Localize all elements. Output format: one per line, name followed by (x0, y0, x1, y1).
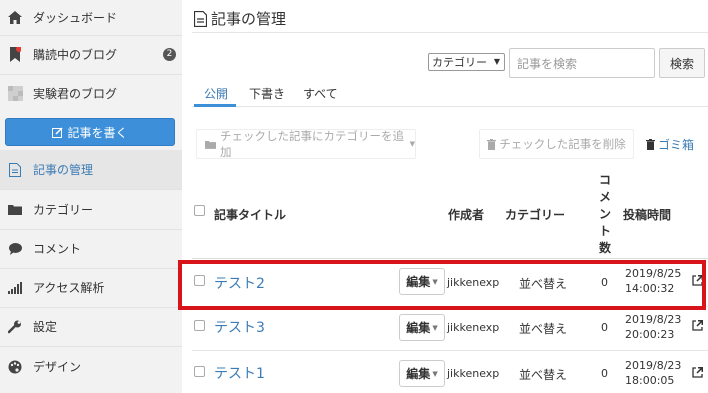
wrench-icon (7, 319, 23, 335)
sidebar-item-label: カテゴリー (33, 203, 94, 217)
article-title-link[interactable]: テスト3 (214, 317, 265, 337)
active-tab-indicator (194, 104, 236, 107)
column-header-posted[interactable]: 投稿時間 (623, 206, 671, 223)
column-header-comments-char: コ (599, 173, 612, 187)
document-icon (7, 162, 23, 178)
search-button[interactable]: 検索 (659, 48, 705, 78)
trash-icon (487, 138, 497, 150)
delete-checked-label: チェックした記事を削除 (499, 137, 626, 151)
article-comment-count: 0 (601, 321, 608, 334)
posted-date: 2019/8/23 (625, 359, 682, 372)
posted-time: 20:00:23 (625, 328, 675, 341)
category-select[interactable]: カテゴリー ▼ (428, 53, 505, 71)
blog-thumbnail (7, 86, 23, 102)
sidebar-item-settings[interactable]: 設定 (0, 307, 182, 346)
sidebar-item-label: 記事の管理 (33, 163, 94, 177)
sidebar-item-label: アクセス解析 (33, 281, 105, 295)
column-header-comments-char: メ (599, 190, 612, 204)
search-button-label: 検索 (669, 56, 694, 71)
add-category-label: チェックした記事にカテゴリーを追加 (220, 129, 404, 159)
article-comment-count: 0 (601, 367, 608, 380)
external-link-icon[interactable] (692, 367, 703, 378)
tab-divider (192, 106, 708, 107)
article-author: jikkenexp (447, 367, 500, 380)
sidebar-item-comments[interactable]: コメント (0, 229, 182, 268)
tab-published[interactable]: 公開 (204, 85, 228, 102)
write-article-button[interactable]: 記事を書く (5, 118, 175, 146)
select-all-checkbox[interactable] (194, 205, 205, 216)
page-title: 記事の管理 (194, 8, 286, 29)
edit-button[interactable]: 編集 ▼ (399, 314, 445, 341)
column-header-comments: コ メ ン ト 数 (599, 172, 611, 257)
column-header-author: 作成者 (448, 208, 485, 222)
sidebar: ダッシュボード 購読中のブログ 2 実験君のブログ 記事を書く 記事の管理 カテ… (0, 0, 182, 393)
row-checkbox[interactable] (194, 320, 205, 331)
posted-time: 18:00:05 (625, 374, 675, 387)
table-row: テスト1 編集 ▼ jikkenexp 並べ替え 0 2019/8/23 18:00… (192, 352, 708, 393)
edit-button-label: 編集 (406, 321, 431, 335)
article-posted-time: 2019/8/23 18:00:05 (625, 358, 681, 388)
column-header-category: カテゴリー (505, 208, 566, 222)
table-row: テスト3 編集 ▼ jikkenexp 並べ替え 0 2019/8/23 20:00… (192, 307, 708, 354)
article-category[interactable]: 並べ替え (519, 366, 567, 383)
palette-icon (7, 359, 23, 375)
caret-down-icon: ▼ (432, 323, 438, 332)
sidebar-item-label: 設定 (33, 320, 58, 334)
home-icon (7, 10, 23, 26)
tab-drafts[interactable]: 下書き (249, 85, 285, 102)
trash-link-label: ゴミ箱 (658, 138, 695, 152)
edit-button-label: 編集 (406, 367, 431, 381)
bookmark-icon (7, 47, 23, 63)
column-header-comments-char: 数 (599, 241, 612, 255)
tab-all[interactable]: すべて (303, 85, 338, 102)
sidebar-item-my-blog[interactable]: 実験君のブログ (0, 74, 182, 113)
sidebar-item-category[interactable]: カテゴリー (0, 190, 182, 229)
sidebar-item-label: 実験君のブログ (33, 87, 118, 101)
row-checkbox[interactable] (194, 366, 205, 377)
caret-down-icon: ▼ (409, 140, 415, 148)
sidebar-item-manage-articles[interactable]: 記事の管理 (0, 150, 182, 189)
column-header-comments-char: ト (599, 224, 612, 238)
category-select-value: カテゴリー (432, 56, 487, 69)
sidebar-item-label: ダッシュボード (33, 11, 118, 25)
external-link-icon[interactable] (692, 320, 703, 331)
comment-icon (7, 241, 23, 257)
highlight-box (178, 260, 706, 310)
article-author: jikkenexp (447, 321, 500, 334)
row-divider (192, 350, 708, 351)
trash-link[interactable]: ゴミ箱 (646, 136, 694, 153)
sidebar-item-dashboard[interactable]: ダッシュボード (0, 0, 182, 37)
caret-down-icon: ▼ (432, 369, 438, 378)
title-divider (192, 32, 708, 33)
sidebar-item-label: 購読中のブログ (33, 48, 118, 62)
search-input[interactable]: 記事を検索 (509, 48, 655, 78)
posted-date: 2019/8/23 (625, 313, 682, 326)
column-header-title[interactable]: 記事タイトル (214, 206, 286, 223)
trash-icon (646, 139, 655, 150)
edit-icon (52, 126, 64, 138)
sidebar-item-subscribed-blogs[interactable]: 購読中のブログ 2 (0, 35, 182, 74)
write-article-label: 記事を書く (67, 125, 128, 140)
article-category[interactable]: 並べ替え (519, 320, 567, 337)
folder-icon (7, 202, 23, 218)
folder-icon (205, 140, 216, 149)
edit-button[interactable]: 編集 ▼ (399, 360, 445, 387)
sidebar-item-design[interactable]: デザイン (0, 347, 182, 386)
table-header-divider (192, 258, 708, 259)
delete-checked-button[interactable]: チェックした記事を削除 (479, 129, 634, 159)
unread-badge: 2 (163, 48, 176, 61)
add-category-to-checked-button[interactable]: チェックした記事にカテゴリーを追加 ▼ (196, 129, 416, 159)
caret-down-icon: ▼ (493, 57, 500, 66)
search-placeholder: 記事を検索 (517, 56, 578, 71)
article-posted-time: 2019/8/23 20:00:23 (625, 312, 681, 342)
sidebar-item-analytics[interactable]: アクセス解析 (0, 268, 182, 307)
sidebar-item-label: デザイン (33, 360, 82, 374)
bar-chart-icon (7, 280, 23, 296)
column-header-comments-char: ン (599, 207, 612, 221)
article-title-link[interactable]: テスト1 (214, 363, 265, 383)
main-content: 記事の管理 カテゴリー ▼ 記事を検索 検索 公開 下書き すべて チェックした… (182, 0, 708, 393)
sidebar-item-label: コメント (33, 242, 82, 256)
document-icon (194, 10, 207, 27)
page-title-text: 記事の管理 (211, 10, 287, 28)
